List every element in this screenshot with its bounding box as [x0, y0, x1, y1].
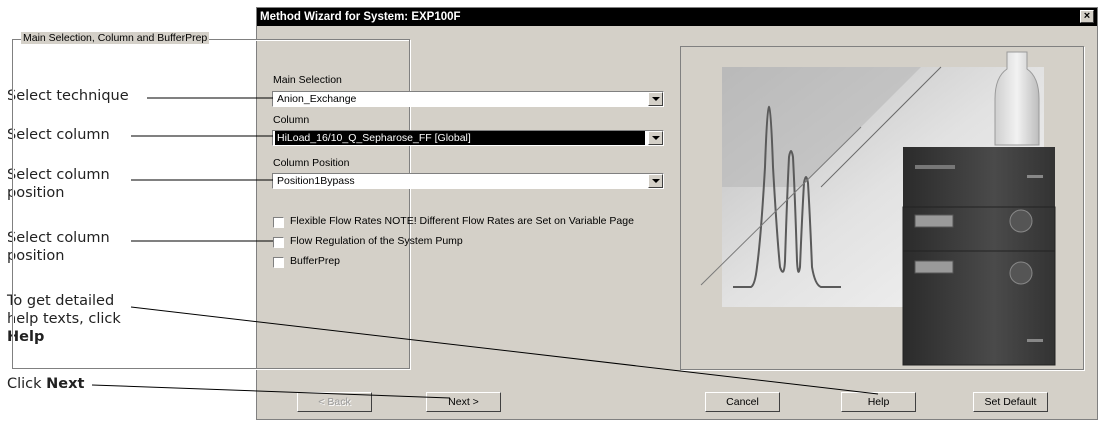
- column-position-label: Column Position: [273, 157, 350, 169]
- buffer-bottle: [994, 51, 1040, 146]
- instrument-module-middle: [902, 206, 1056, 252]
- close-icon[interactable]: ×: [1080, 10, 1094, 23]
- instrument-display: [914, 260, 954, 274]
- chevron-down-icon[interactable]: [648, 174, 663, 188]
- instrument-label: [1027, 175, 1043, 178]
- system-image-panel: [680, 46, 1084, 370]
- bufferprep-label: BufferPrep: [290, 255, 341, 267]
- flow-regulation-label: Flow Regulation of the System Pump: [290, 235, 463, 247]
- flow-regulation-checkbox[interactable]: [273, 237, 284, 248]
- main-selection-group: Main Selection, Column and BufferPrep: [12, 32, 410, 369]
- column-position-combo[interactable]: Position1Bypass: [272, 173, 664, 189]
- callout-line: Click: [7, 376, 47, 392]
- chevron-down-icon[interactable]: [648, 92, 663, 106]
- combo-value: HiLoad_16/10_Q_Sepharose_FF [Global]: [275, 131, 645, 145]
- help-button[interactable]: Help: [841, 392, 916, 412]
- instrument-knob: [1009, 261, 1033, 285]
- combo-value: Anion_Exchange: [277, 93, 357, 105]
- next-button[interactable]: Next >: [426, 392, 501, 412]
- instrument-display: [914, 214, 954, 228]
- callout-line-bold: Next: [46, 376, 85, 392]
- main-selection-label: Main Selection: [273, 74, 342, 86]
- instrument-label: [1027, 339, 1043, 342]
- flexible-flow-rates-label: Flexible Flow Rates NOTE! Different Flow…: [290, 215, 634, 227]
- instrument-label: [915, 165, 955, 169]
- instrument-knob: [1009, 209, 1033, 233]
- column-label: Column: [273, 114, 310, 126]
- window-title: Method Wizard for System: EXP100F: [260, 11, 461, 23]
- flexible-flow-rates-checkbox[interactable]: [273, 217, 284, 228]
- column-combo[interactable]: HiLoad_16/10_Q_Sepharose_FF [Global]: [272, 130, 664, 146]
- main-selection-combo[interactable]: Anion_Exchange: [272, 91, 664, 107]
- chevron-down-icon[interactable]: [648, 131, 663, 145]
- akta-system-illustration: [700, 51, 1056, 366]
- cancel-button[interactable]: Cancel: [705, 392, 780, 412]
- bufferprep-checkbox[interactable]: [273, 257, 284, 268]
- group-title: Main Selection, Column and BufferPrep: [21, 32, 210, 44]
- title-bar: Method Wizard for System: EXP100F ×: [257, 8, 1097, 26]
- back-button[interactable]: < Back: [297, 392, 372, 412]
- set-default-button[interactable]: Set Default: [973, 392, 1048, 412]
- callout-next: Click Next: [7, 375, 84, 393]
- combo-value: Position1Bypass: [277, 175, 355, 187]
